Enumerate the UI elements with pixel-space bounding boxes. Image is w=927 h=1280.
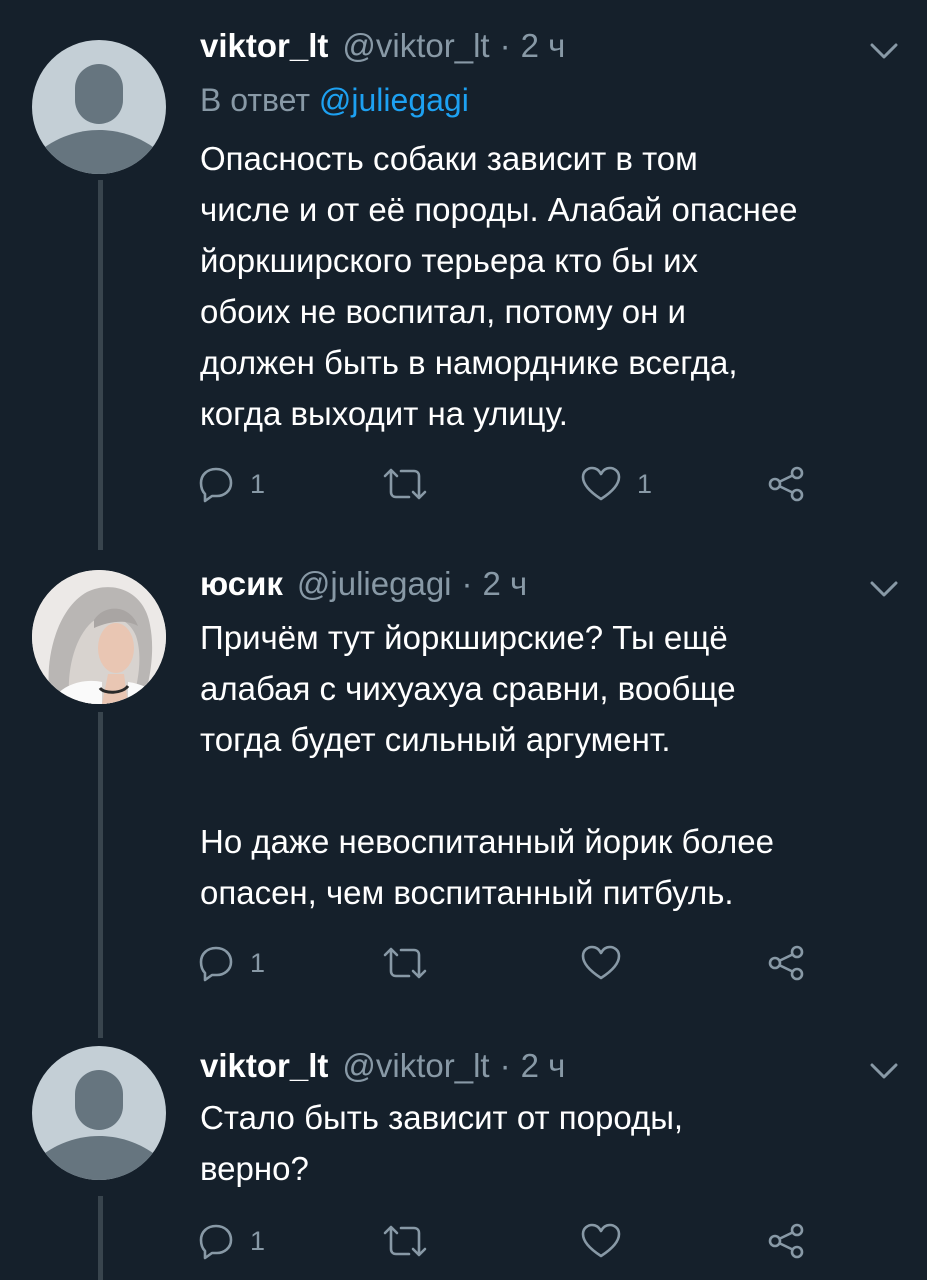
share-icon xyxy=(766,943,806,983)
retweet-icon xyxy=(381,943,429,983)
display-name[interactable]: юсик xyxy=(200,562,283,606)
user-handle[interactable]: @viktor_lt xyxy=(342,24,489,68)
text-line: когда выходит на улицу. xyxy=(200,395,568,432)
reply-prefix: В ответ xyxy=(200,82,311,118)
tweet-actions: 1 xyxy=(196,938,836,988)
tweet-actions: 1 1 xyxy=(196,459,836,509)
like-button[interactable]: 1 xyxy=(579,459,652,509)
reply-button[interactable]: 1 xyxy=(196,459,265,509)
share-icon xyxy=(766,464,806,504)
separator: · xyxy=(499,1047,511,1084)
like-count: 1 xyxy=(637,468,653,499)
text-line: тогда будет сильный аргумент. xyxy=(200,721,671,758)
default-avatar-icon xyxy=(32,1070,166,1180)
user-handle[interactable]: @juliegagi xyxy=(297,562,452,606)
retweet-icon xyxy=(381,464,429,504)
chevron-down-icon[interactable] xyxy=(866,574,902,602)
tweet[interactable]: юсик @juliegagi · 2 ч Причём тут йоркшир… xyxy=(0,540,927,1020)
retweet-button[interactable] xyxy=(381,938,429,988)
reply-button[interactable]: 1 xyxy=(196,938,265,988)
avatar[interactable] xyxy=(32,570,166,704)
tweet[interactable]: viktor_lt @viktor_lt · 2 ч В ответ @juli… xyxy=(0,0,927,540)
reply-icon xyxy=(196,464,236,504)
share-button[interactable] xyxy=(766,1216,806,1266)
user-handle[interactable]: @viktor_lt xyxy=(342,1044,489,1088)
tweet-header: viktor_lt @viktor_lt · 2 ч xyxy=(200,1044,565,1088)
reply-count: 1 xyxy=(250,468,266,499)
tweet-text: Стало быть зависит от породы, верно? xyxy=(200,1092,905,1194)
avatar[interactable] xyxy=(32,1046,166,1180)
like-button[interactable] xyxy=(579,938,637,988)
profile-photo-icon xyxy=(32,570,166,704)
retweet-button[interactable] xyxy=(381,1216,429,1266)
reply-count: 1 xyxy=(250,947,266,978)
display-name[interactable]: viktor_lt xyxy=(200,24,328,68)
text-line: Опасность собаки зависит в том xyxy=(200,140,698,177)
text-line: верно? xyxy=(200,1150,309,1187)
default-avatar-icon xyxy=(32,64,166,174)
text-line: алабая с чихуахуа сравни, вообще xyxy=(200,670,736,707)
timestamp[interactable]: 2 ч xyxy=(483,562,528,606)
chevron-down-icon[interactable] xyxy=(866,36,902,64)
conversation-thread: viktor_lt @viktor_lt · 2 ч В ответ @juli… xyxy=(0,0,927,1280)
reply-mention-link[interactable]: @juliegagi xyxy=(319,82,469,118)
text-line: обоих не воспитал, потому он и xyxy=(200,293,686,330)
chevron-down-icon[interactable] xyxy=(866,1056,902,1084)
text-line: йоркширского терьера кто бы их xyxy=(200,242,698,279)
avatar[interactable] xyxy=(32,40,166,174)
text-line: Причём тут йоркширские? Ты ещё xyxy=(200,619,728,656)
tweet-text: Опасность собаки зависит в том числе и о… xyxy=(200,133,905,439)
reply-context: В ответ @juliegagi xyxy=(200,78,469,122)
text-line: опасен, чем воспитанный питбуль. xyxy=(200,874,734,911)
separator: · xyxy=(461,565,473,602)
share-button[interactable] xyxy=(766,938,806,988)
share-button[interactable] xyxy=(766,459,806,509)
like-icon xyxy=(579,1221,623,1261)
like-icon xyxy=(579,464,623,504)
text-line: Стало быть зависит от породы, xyxy=(200,1099,684,1136)
reply-icon xyxy=(196,1221,236,1261)
reply-icon xyxy=(196,943,236,983)
tweet-text: Причём тут йоркширские? Ты ещё алабая с … xyxy=(200,612,905,918)
separator: · xyxy=(499,27,511,64)
text-line xyxy=(200,765,905,816)
tweet-header: viktor_lt @viktor_lt · 2 ч xyxy=(200,24,565,68)
text-line: должен быть в наморднике всегда, xyxy=(200,344,738,381)
tweet-actions: 1 xyxy=(196,1216,836,1266)
share-icon xyxy=(766,1221,806,1261)
display-name[interactable]: viktor_lt xyxy=(200,1044,328,1088)
tweet[interactable]: viktor_lt @viktor_lt · 2 ч Стало быть за… xyxy=(0,1020,927,1280)
text-line: Но даже невоспитанный йорик более xyxy=(200,823,774,860)
timestamp[interactable]: 2 ч xyxy=(521,24,566,68)
reply-button[interactable]: 1 xyxy=(196,1216,265,1266)
timestamp[interactable]: 2 ч xyxy=(521,1044,566,1088)
tweet-header: юсик @juliegagi · 2 ч xyxy=(200,562,527,606)
text-line: числе и от её породы. Алабай опаснее xyxy=(200,191,798,228)
reply-count: 1 xyxy=(250,1225,266,1256)
retweet-button[interactable] xyxy=(381,459,429,509)
like-button[interactable] xyxy=(579,1216,637,1266)
like-icon xyxy=(579,943,623,983)
retweet-icon xyxy=(381,1221,429,1261)
